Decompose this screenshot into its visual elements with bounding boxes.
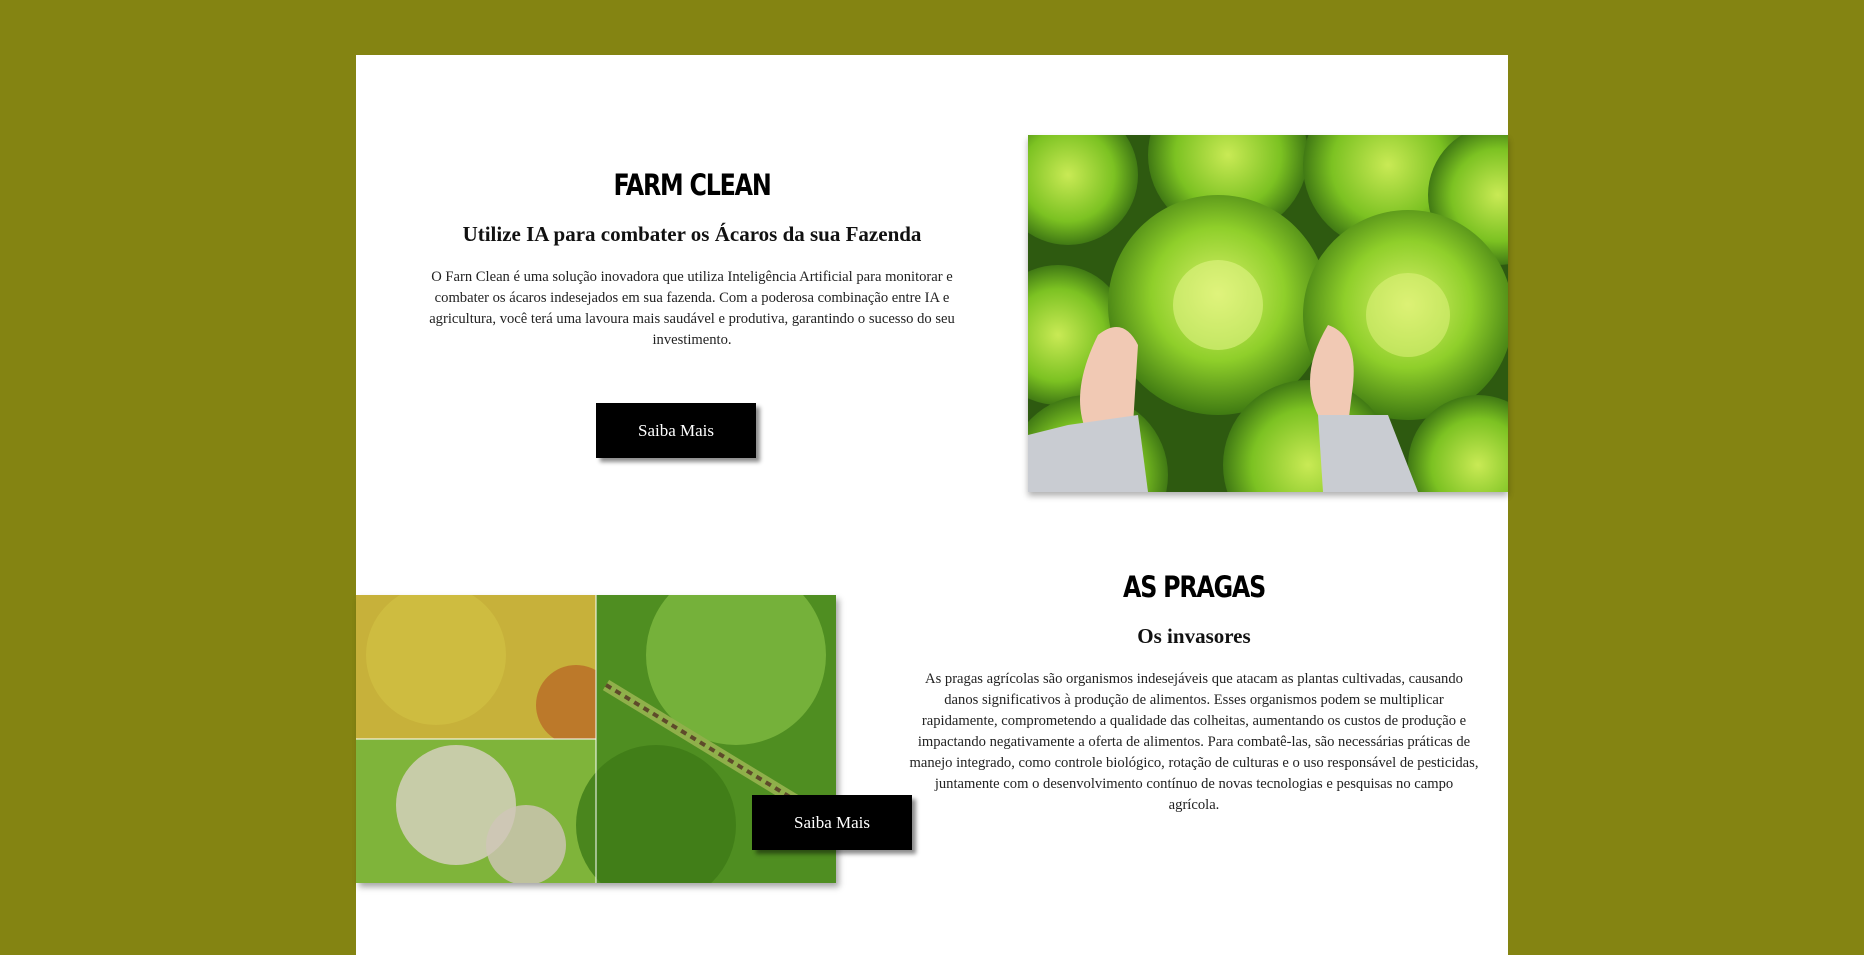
pests-title: AS PRAGAS [1123,570,1266,604]
pests-text-block: AS PRAGAS Os invasores As pragas agrícol… [892,570,1496,816]
pests-subtitle: Os invasores [1137,623,1251,648]
lettuce-image-drawing [1028,135,1508,492]
hero-saiba-mais-button[interactable]: Saiba Mais [596,403,756,458]
lettuce-hands-image [1028,135,1508,492]
hero-subtitle: Utilize IA para combater os Ácaros da su… [462,221,922,246]
hero-description: O Farn Clean é uma solução inovadora que… [429,269,955,349]
pests-description: As pragas agrícolas são organismos indes… [909,671,1479,814]
pests-saiba-mais-button[interactable]: Saiba Mais [752,795,912,850]
content-card: FARM CLEAN Utilize IA para combater os Á… [356,55,1508,955]
hero-text-block: FARM CLEAN Utilize IA para combater os Á… [386,168,998,351]
hero-title: FARM CLEAN [613,168,771,202]
